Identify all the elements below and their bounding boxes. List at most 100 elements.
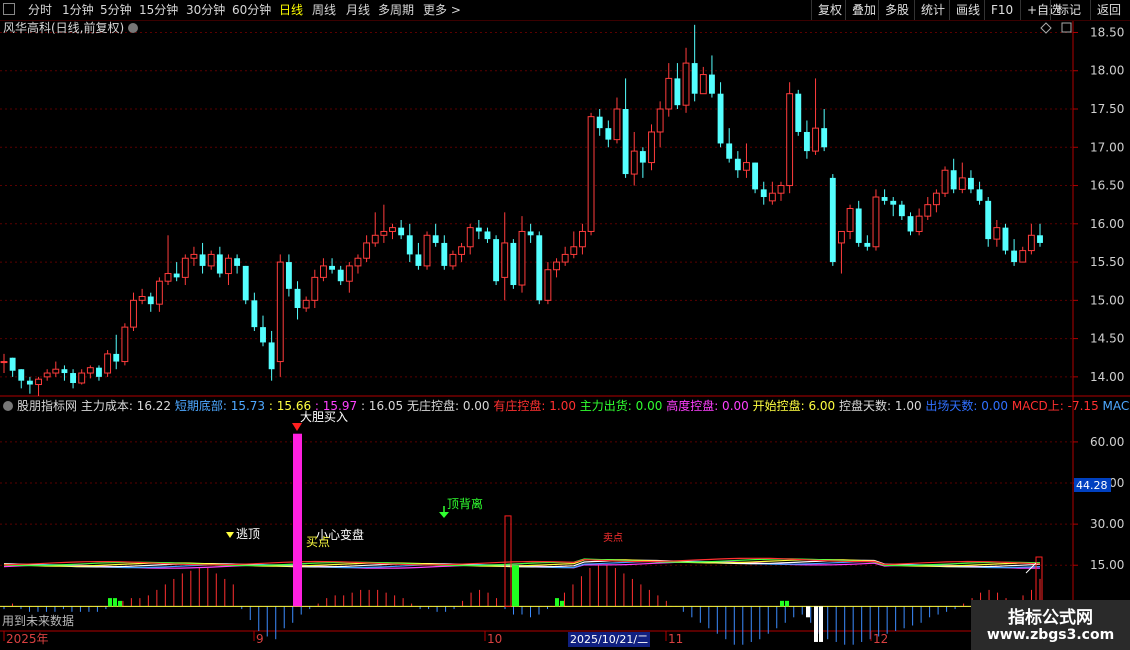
- watermark-url: www.zbgs3.com: [986, 627, 1115, 643]
- candle-body-up: [276, 261, 284, 363]
- candle-body-up: [924, 204, 932, 217]
- toolbar-tab-1[interactable]: 1分钟: [62, 0, 94, 20]
- toolbar-right-button-4[interactable]: 画线: [949, 0, 986, 20]
- candle-body-down: [708, 74, 715, 94]
- toolbar-tab-3[interactable]: 15分钟: [139, 0, 178, 20]
- toolbar-tab-6[interactable]: 日线: [279, 0, 303, 20]
- candle-body-up: [743, 162, 750, 171]
- candle-body-up: [121, 326, 129, 363]
- candle-body-up: [35, 378, 42, 386]
- candle-body-up: [155, 280, 163, 305]
- toolbar-right-button-5[interactable]: F10: [984, 0, 1019, 20]
- toolbar-right-button-8[interactable]: 返回: [1090, 0, 1127, 20]
- candle-body-down: [61, 369, 68, 374]
- candle-body-down: [113, 353, 120, 362]
- divergence-arrow-icon: [439, 512, 449, 518]
- candle-body-down: [216, 254, 223, 274]
- time-label-4: 11: [668, 632, 683, 646]
- legend-item-9: 开始控盘: 6.00: [753, 398, 839, 413]
- green-signal-bar: [560, 600, 564, 607]
- price-tick-label-4: 16.50: [1090, 179, 1124, 193]
- toolbar-tab-0[interactable]: 分时: [28, 0, 52, 20]
- layout-icon[interactable]: [3, 3, 15, 15]
- price-tick-label-5: 16.00: [1090, 217, 1124, 231]
- current-value-label: 44.28: [1076, 479, 1108, 492]
- candle-body-down: [795, 93, 802, 132]
- candle-body-down: [967, 177, 974, 190]
- top-toolbar: 分时 1分钟 5分钟 15分钟 30分钟 60分钟 日线 周线 月线 多周期 更多 > 复权 叠加 多股统…: [0, 0, 1130, 21]
- price-tick-label-1: 18.00: [1090, 64, 1124, 78]
- toolbar-tab-5[interactable]: 60分钟: [232, 0, 271, 20]
- candle-body-up: [164, 273, 172, 282]
- candle-body-up: [130, 299, 137, 328]
- time-label-2: 10: [487, 632, 502, 646]
- indicator-tick-label-2: 30.00: [1090, 517, 1124, 531]
- candle-body-up: [501, 242, 509, 278]
- toolbar-right-button-1[interactable]: 叠加: [845, 0, 882, 20]
- candle-body-down: [717, 93, 724, 144]
- candle-body-up: [138, 296, 146, 301]
- green-signal-bar: [555, 598, 559, 607]
- price-tick-label-6: 15.50: [1090, 255, 1124, 269]
- candle-body-up: [466, 227, 474, 248]
- candle-body-up: [812, 127, 819, 152]
- price-tick-label-3: 17.00: [1090, 140, 1124, 154]
- candle-body-up: [941, 169, 949, 194]
- toolbar-tab-2[interactable]: 5分钟: [100, 0, 132, 20]
- candle-body-down: [734, 158, 741, 171]
- candle-body-up: [561, 253, 569, 263]
- toolbar-tab-10[interactable]: 更多 >: [423, 0, 461, 20]
- candle-body-up: [699, 74, 707, 95]
- candle-body-down: [510, 242, 517, 286]
- candle-body-down: [527, 231, 534, 236]
- candle-body-up: [181, 257, 189, 278]
- toolbar-tab-4[interactable]: 30分钟: [186, 0, 225, 20]
- signal-bar-2: [512, 565, 519, 607]
- candle-body-down: [881, 197, 888, 201]
- candle-body-down: [821, 128, 828, 148]
- legend-item-13: MAC: [1103, 399, 1130, 413]
- green-signal-bar: [108, 598, 112, 607]
- candle-body-down: [251, 300, 258, 328]
- legend-item-4: : 16.05: [361, 399, 407, 413]
- candle-body-down: [829, 177, 836, 263]
- indicator-legend: 股朋指标网 主力成本: 16.22 短期底部: 15.73 : 15.66 : …: [17, 398, 1129, 413]
- watermark-logo: 指标公式网 www.zbgs3.com: [971, 600, 1130, 650]
- green-signal-bar: [118, 600, 122, 607]
- candle-body-up: [423, 234, 431, 267]
- candle-body-up: [544, 269, 552, 301]
- legend-item-1: 短期底部: 15.73: [175, 398, 269, 413]
- white-signal-bar: [806, 606, 810, 618]
- candle-body-down: [294, 288, 301, 308]
- candle-body-up: [449, 253, 457, 267]
- toolbar-tab-7[interactable]: 周线: [312, 0, 336, 20]
- price-panel-title: 风华高科(日线,前复权): [3, 21, 124, 35]
- candle-body-up: [104, 353, 112, 374]
- candle-body-down: [907, 216, 914, 232]
- watermark-title: 指标公式网: [1008, 608, 1093, 628]
- indicator-dropdown-icon: [3, 401, 13, 411]
- toolbar-tab-9[interactable]: 多周期: [378, 0, 414, 20]
- white-signal-bar: [819, 606, 823, 642]
- candle-body-up: [587, 116, 595, 232]
- toolbar-right-button-3[interactable]: 统计: [914, 0, 951, 20]
- candle-body-down: [398, 227, 405, 236]
- candle-body-down: [639, 151, 646, 163]
- candle-body-up: [0, 361, 8, 364]
- candle-body-down: [234, 258, 241, 266]
- toolbar-right-button-0[interactable]: 复权: [811, 0, 848, 20]
- candle-body-up: [207, 253, 215, 267]
- toolbar-tab-8[interactable]: 月线: [346, 0, 370, 20]
- price-tick-label-7: 15.00: [1090, 293, 1124, 307]
- candle-body-down: [1011, 250, 1018, 263]
- diamond-icon: [1040, 22, 1052, 34]
- candle-body-up: [302, 299, 310, 309]
- candle-body-up: [665, 77, 673, 110]
- candle-body-down: [147, 296, 154, 305]
- candle-body-up: [389, 227, 396, 232]
- signal-bar-0: [293, 433, 302, 607]
- candle-body-up: [648, 131, 655, 164]
- candle-body-up: [872, 196, 880, 248]
- toolbar-right-button-7[interactable]: 标记: [1050, 0, 1087, 20]
- toolbar-right-button-2[interactable]: 多股: [878, 0, 915, 20]
